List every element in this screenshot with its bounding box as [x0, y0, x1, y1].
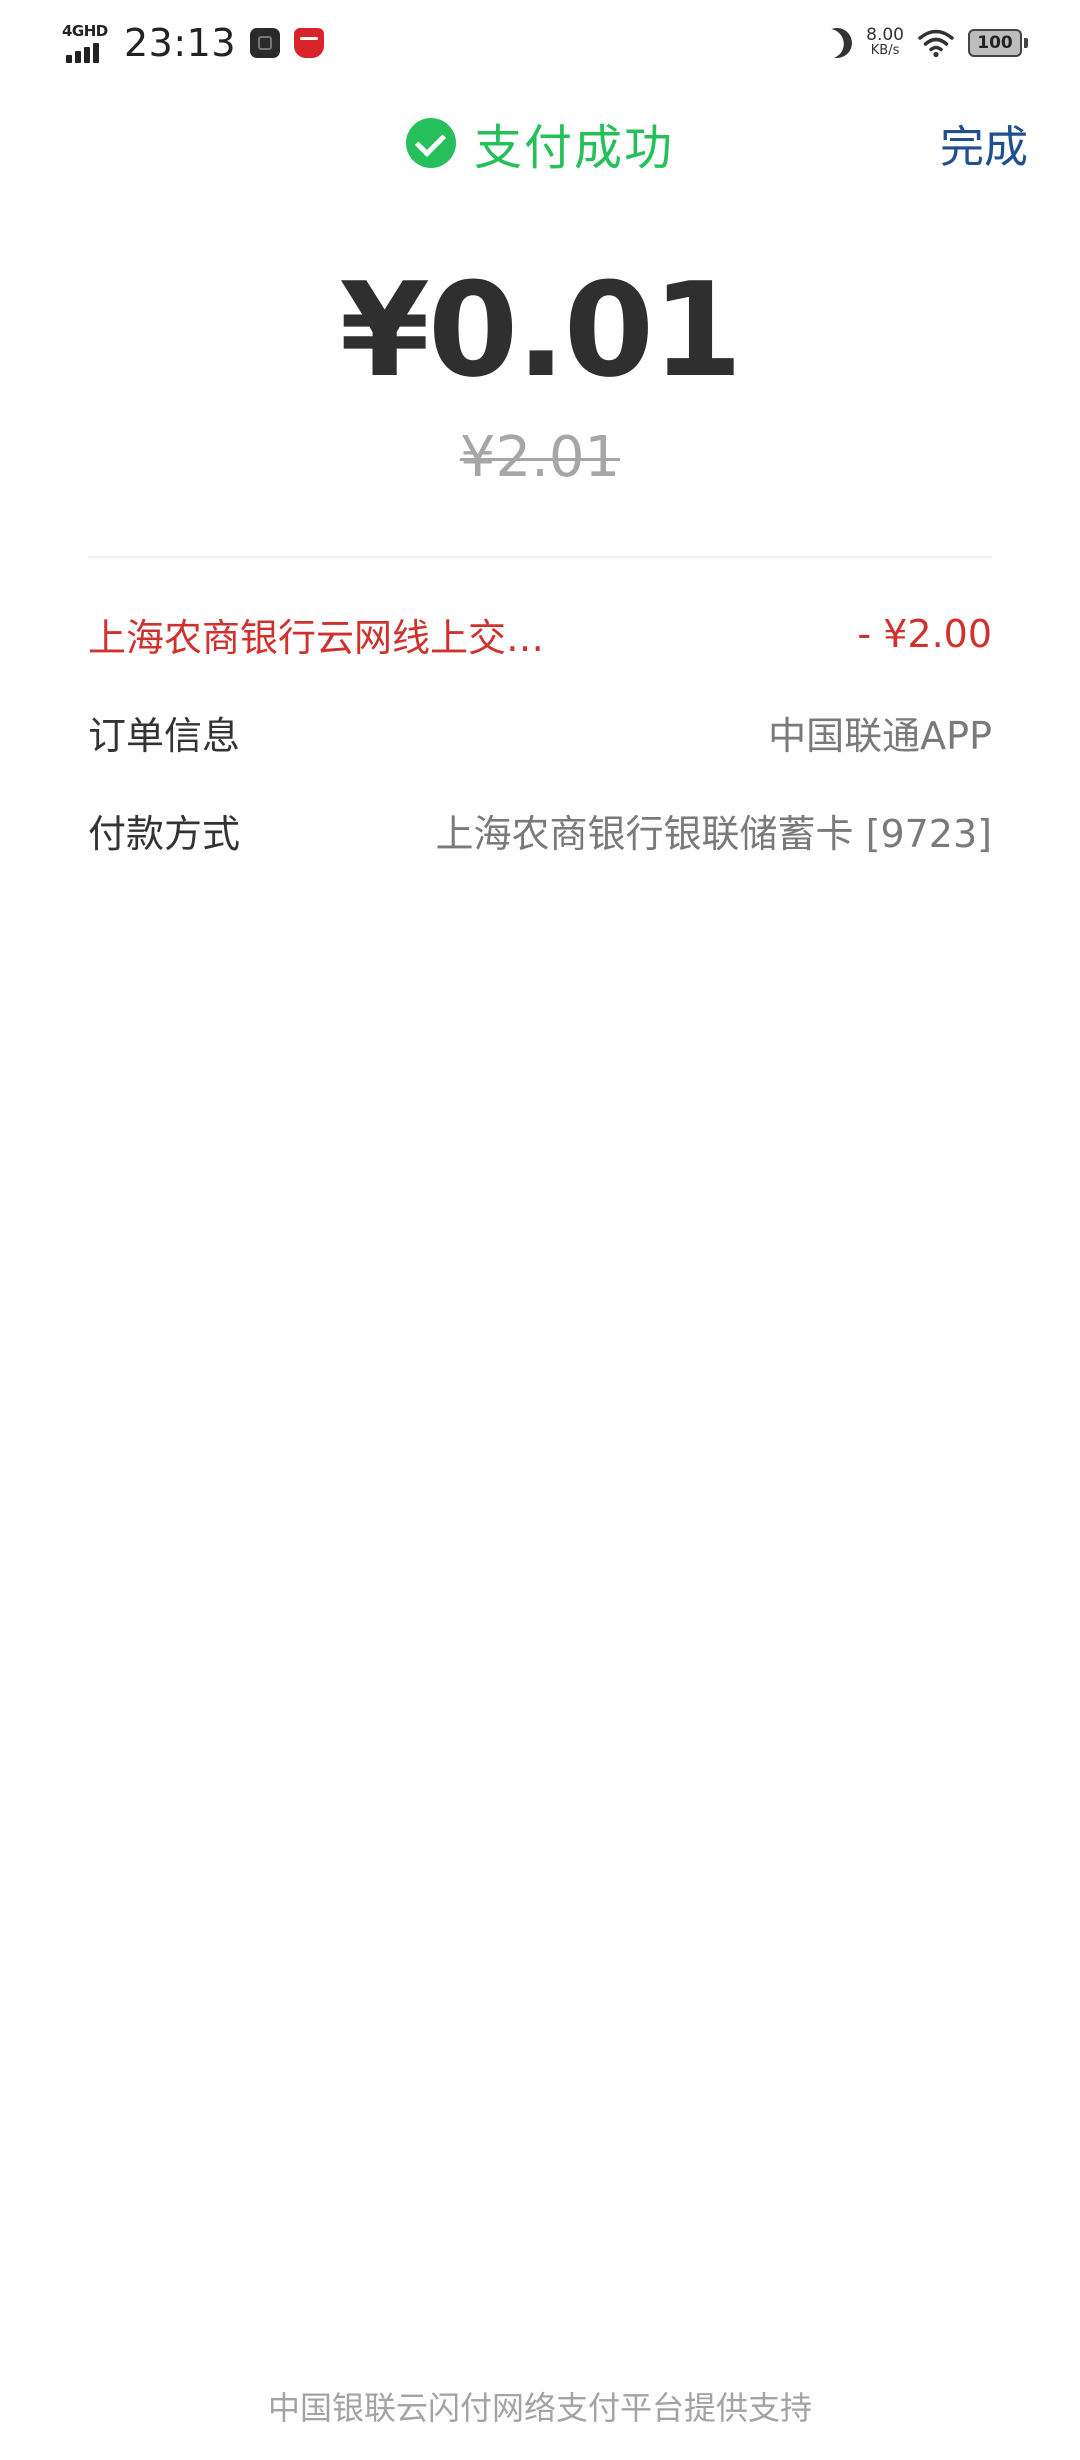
network-type: 4GHD: [62, 22, 108, 40]
status-bar-left: 4GHD 23:13: [62, 18, 325, 68]
battery-level: 100: [968, 29, 1022, 57]
status-bar-right: 8.00 KB/s 100: [822, 18, 1028, 68]
app-notification-icon: [294, 28, 325, 58]
network-speed-value: 8.00: [866, 25, 904, 45]
order-info-row: 订单信息 中国联通APP: [88, 692, 992, 772]
original-amount: ¥2.01: [459, 425, 621, 490]
status-bar: 4GHD 23:13 8.00 KB/s 100: [0, 0, 1080, 86]
order-info-label: 订单信息: [88, 713, 241, 758]
status-time: 23:13: [124, 21, 237, 65]
discount-label: 上海农商银行云网线上交易立减: [88, 615, 548, 660]
app-icon: [250, 28, 281, 58]
order-info-value: 中国联通APP: [768, 713, 992, 758]
signal-icon: 4GHD: [62, 23, 112, 63]
discount-row: 上海农商银行云网线上交易立减 - ¥2.00: [88, 594, 992, 674]
done-button[interactable]: 完成: [940, 100, 1028, 186]
paid-amount: ¥0.01: [339, 254, 742, 406]
header: 支付成功 完成: [0, 100, 1080, 186]
check-circle-icon: [405, 118, 456, 168]
network-speed-unit: KB/s: [870, 43, 900, 58]
moon-icon: [818, 24, 856, 62]
battery-icon: 100: [968, 29, 1028, 57]
page-title-text: 支付成功: [473, 120, 674, 176]
network-speed: 8.00 KB/s: [866, 25, 904, 59]
wifi-icon: [918, 29, 954, 58]
discount-value: - ¥2.00: [857, 612, 992, 656]
payment-method-value: 上海农商银行银联储蓄卡 [9723]: [435, 811, 992, 856]
divider: [88, 556, 992, 558]
page-title: 支付成功: [0, 100, 1080, 186]
payment-method-row: 付款方式 上海农商银行银联储蓄卡 [9723]: [88, 790, 992, 870]
footer-support-text: 中国银联云闪付网络支付平台提供支持: [267, 2389, 812, 2427]
payment-method-label: 付款方式: [88, 811, 241, 856]
